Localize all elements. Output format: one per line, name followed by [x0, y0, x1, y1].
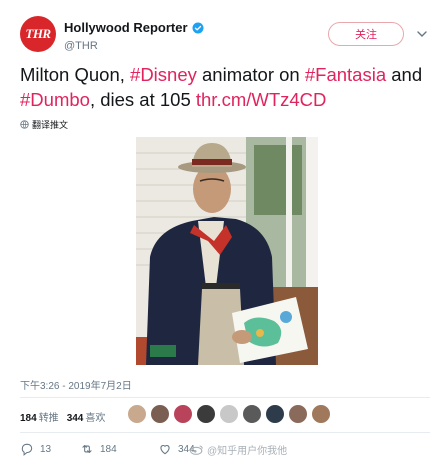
display-name-text: Hollywood Reporter — [64, 20, 188, 35]
liker-avatar[interactable] — [219, 404, 239, 424]
liker-avatar[interactable] — [150, 404, 170, 424]
retweet-count: 184 — [100, 443, 117, 455]
hashtag-link[interactable]: #Dumbo — [20, 89, 90, 110]
avatar[interactable]: THR — [20, 16, 56, 52]
tweet-text-segment: and — [386, 64, 423, 85]
reply-button[interactable]: 13 — [20, 442, 51, 456]
hashtag-link[interactable]: #Disney — [130, 64, 197, 85]
divider — [20, 432, 430, 433]
liker-avatar[interactable] — [173, 404, 193, 424]
likes-stat[interactable]: 344 喜欢 — [67, 409, 106, 424]
author-block: Hollywood Reporter @THR — [64, 19, 204, 52]
reply-count: 13 — [40, 443, 52, 455]
tweet-text-segment: Milton Quon, — [20, 64, 131, 85]
retweets-count: 184 — [20, 413, 37, 424]
tweet-photo[interactable] — [136, 137, 318, 365]
tweet-stats: 184 转推 344 喜欢 — [20, 409, 105, 424]
tweet-text: Milton Quon, #Disney animator on #Fantas… — [20, 62, 430, 112]
hashtag-link[interactable]: #Fantasia — [305, 64, 386, 85]
liker-avatar[interactable] — [265, 404, 285, 424]
liker-avatars — [127, 404, 331, 424]
globe-icon — [20, 120, 29, 129]
weibo-logo — [190, 445, 203, 455]
handle[interactable]: @THR — [64, 40, 204, 52]
liker-avatar[interactable] — [288, 404, 308, 424]
liker-avatar[interactable] — [196, 404, 216, 424]
retweet-button[interactable]: 184 — [80, 442, 117, 456]
liker-avatar[interactable] — [242, 404, 262, 424]
url-link[interactable]: thr.cm/WTz4CD — [196, 89, 327, 110]
translate-label: 翻译推文 — [32, 120, 69, 130]
chevron-down-icon[interactable] — [416, 28, 428, 40]
reply-icon — [21, 443, 33, 456]
likes-label: 喜欢 — [85, 413, 106, 424]
translate-tweet[interactable]: 翻译推文 — [20, 118, 68, 131]
divider — [20, 397, 430, 398]
watermark: @知乎用户你我他 — [190, 442, 287, 457]
liker-avatar[interactable] — [127, 404, 147, 424]
retweet-icon — [82, 444, 92, 454]
tweet-text-segment: animator on — [196, 64, 305, 85]
photo-illustration — [136, 137, 318, 365]
display-name[interactable]: Hollywood Reporter — [64, 20, 204, 35]
watermark-text: @知乎用户你我他 — [207, 446, 288, 457]
tweet-header: THR Hollywood Reporter @THR 关注 — [20, 16, 430, 60]
retweets-stat[interactable]: 184 转推 — [20, 409, 59, 424]
tweet-timestamp[interactable]: 下午3:26 - 2019年7月2日 — [20, 377, 132, 392]
verified-icon — [192, 22, 204, 33]
avatar-logo-text: THR — [25, 26, 51, 41]
liker-avatar[interactable] — [311, 404, 331, 424]
likes-count: 344 — [66, 413, 84, 424]
tweet-text-segment: , dies at 105 — [89, 89, 196, 110]
heart-icon — [160, 445, 170, 455]
retweets-label: 转推 — [38, 413, 59, 424]
follow-button[interactable]: 关注 — [328, 22, 404, 46]
